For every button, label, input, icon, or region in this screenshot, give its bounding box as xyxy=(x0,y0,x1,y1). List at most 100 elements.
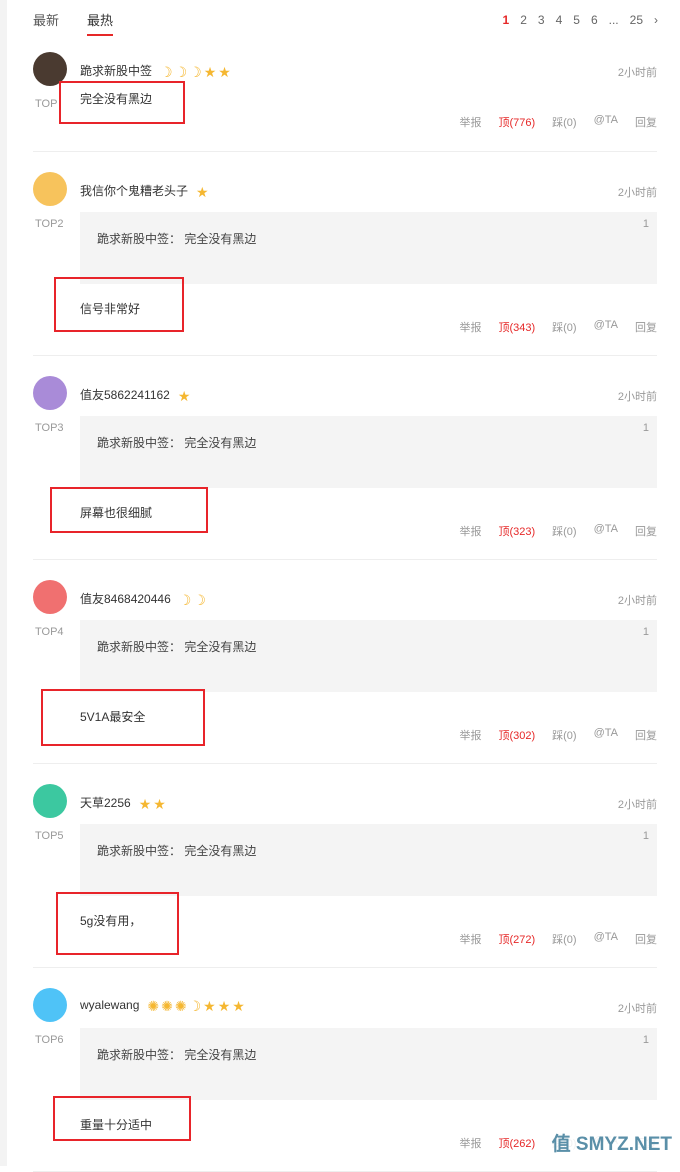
mention-button[interactable]: @TA xyxy=(594,114,618,130)
upvote-button[interactable]: 顶(262) xyxy=(498,1135,535,1151)
quote-floor: 1 xyxy=(642,626,649,638)
timestamp: 2小时前 xyxy=(617,799,657,811)
rank-label: TOP3 xyxy=(35,422,64,434)
moon-badge-icon: ☽ xyxy=(160,63,173,80)
rank-label: TOP4 xyxy=(35,626,64,638)
timestamp: 2小时前 xyxy=(617,595,657,607)
page-link[interactable]: 25 xyxy=(630,13,643,27)
next-page-icon[interactable]: › xyxy=(654,13,658,27)
user-badges: ★ xyxy=(196,185,209,199)
user-badges: ✺ ✺ ✺ ☽ ★ ★ ★ xyxy=(147,999,244,1013)
watermark: 值 SMYZ.NET xyxy=(547,1129,676,1156)
mention-button[interactable]: @TA xyxy=(594,523,618,539)
page-link[interactable]: 3 xyxy=(538,13,545,27)
star-badge-icon: ★ xyxy=(218,63,231,80)
upvote-button[interactable]: 顶(776) xyxy=(498,114,535,130)
username[interactable]: 值友5862241162 xyxy=(80,388,170,402)
upvote-button[interactable]: 顶(343) xyxy=(498,319,535,335)
page-link[interactable]: 2 xyxy=(520,13,527,27)
rank-label: TOP6 xyxy=(35,1034,64,1046)
highlight-box xyxy=(53,1096,191,1141)
quote-text: 跪求新股中签： 完全没有黑边 xyxy=(97,1048,257,1062)
report-button[interactable]: 举报 xyxy=(459,523,481,539)
star-badge-icon: ★ xyxy=(177,387,191,404)
avatar[interactable] xyxy=(33,376,67,410)
tab-hottest[interactable]: 最热 xyxy=(87,10,114,36)
page-link[interactable]: 6 xyxy=(591,13,598,27)
left-gutter xyxy=(0,0,7,1166)
pagination: 1 2 3 4 5 6... 25 › xyxy=(503,13,659,27)
highlight-box xyxy=(41,689,205,746)
avatar[interactable] xyxy=(33,580,67,614)
avatar[interactable] xyxy=(33,988,67,1022)
downvote-button[interactable]: 踩(0) xyxy=(552,727,576,743)
moon-badge-icon: ☽ xyxy=(178,591,192,608)
mention-button[interactable]: @TA xyxy=(594,931,618,947)
username[interactable]: 我信你个鬼糟老头子 xyxy=(80,184,188,198)
rank-label: TOP5 xyxy=(35,830,64,842)
page-link: ... xyxy=(608,13,619,27)
username[interactable]: 跪求新股中签 xyxy=(80,64,152,78)
upvote-button[interactable]: 顶(323) xyxy=(498,523,535,539)
upvote-button[interactable]: 顶(272) xyxy=(498,931,535,947)
star-badge-icon: ★ xyxy=(196,183,209,200)
timestamp: 2小时前 xyxy=(617,67,657,79)
report-button[interactable]: 举报 xyxy=(459,1135,481,1151)
page-link[interactable]: 4 xyxy=(556,13,563,27)
quoted-comment: 跪求新股中签： 完全没有黑边 1 xyxy=(80,620,657,692)
timestamp: 2小时前 xyxy=(617,187,657,199)
moon-badge-icon: ☽ xyxy=(193,591,206,608)
star-badge-icon: ★ xyxy=(203,997,216,1014)
highlight-box xyxy=(54,277,184,332)
username[interactable]: 值友8468420446 xyxy=(80,592,171,606)
quote-text: 跪求新股中签： 完全没有黑边 xyxy=(97,232,257,246)
user-badges: ☽ ☽ xyxy=(179,593,206,607)
sort-tabs: 最新 最热 xyxy=(33,10,114,36)
reply-button[interactable]: 回复 xyxy=(635,931,657,947)
reply-button[interactable]: 回复 xyxy=(635,114,657,130)
quote-floor: 1 xyxy=(642,1034,649,1046)
sun-badge-icon: ✺ xyxy=(161,997,173,1014)
report-button[interactable]: 举报 xyxy=(459,931,481,947)
highlight-box xyxy=(59,81,185,124)
moon-badge-icon: ☽ xyxy=(189,63,202,80)
star-badge-icon: ★ xyxy=(203,63,217,80)
user-badges: ★ xyxy=(178,389,191,403)
quoted-comment: 跪求新股中签： 完全没有黑边 1 xyxy=(80,212,657,284)
reply-button[interactable]: 回复 xyxy=(635,319,657,335)
quoted-comment: 跪求新股中签： 完全没有黑边 1 xyxy=(80,1028,657,1100)
quote-text: 跪求新股中签： 完全没有黑边 xyxy=(97,844,257,858)
moon-badge-icon: ☽ xyxy=(188,997,202,1014)
username[interactable]: wyalewang xyxy=(80,998,139,1012)
reply-button[interactable]: 回复 xyxy=(635,523,657,539)
sun-badge-icon: ✺ xyxy=(174,997,187,1014)
quote-text: 跪求新股中签： 完全没有黑边 xyxy=(97,640,257,654)
report-button[interactable]: 举报 xyxy=(459,114,481,130)
star-badge-icon: ★ xyxy=(138,795,152,812)
page-link[interactable]: 5 xyxy=(573,13,580,27)
mention-button[interactable]: @TA xyxy=(594,727,618,743)
report-button[interactable]: 举报 xyxy=(459,319,481,335)
star-badge-icon: ★ xyxy=(217,997,231,1014)
quoted-comment: 跪求新股中签： 完全没有黑边 1 xyxy=(80,824,657,896)
downvote-button[interactable]: 踩(0) xyxy=(552,931,576,947)
downvote-button[interactable]: 踩(0) xyxy=(552,114,576,130)
rank-label: TOP2 xyxy=(35,218,64,230)
user-badges: ☽ ☽ ☽ ★ ★ xyxy=(160,65,231,79)
reply-button[interactable]: 回复 xyxy=(635,727,657,743)
downvote-button[interactable]: 踩(0) xyxy=(552,319,576,335)
quote-text: 跪求新股中签： 完全没有黑边 xyxy=(97,436,257,450)
user-badges: ★ ★ xyxy=(139,797,166,811)
avatar[interactable] xyxy=(33,172,67,206)
downvote-button[interactable]: 踩(0) xyxy=(552,523,576,539)
tab-latest[interactable]: 最新 xyxy=(33,10,59,36)
mention-button[interactable]: @TA xyxy=(594,319,618,335)
moon-badge-icon: ☽ xyxy=(174,63,188,80)
avatar[interactable] xyxy=(33,784,67,818)
upvote-button[interactable]: 顶(302) xyxy=(498,727,535,743)
page-link[interactable]: 1 xyxy=(503,13,510,27)
username[interactable]: 天草2256 xyxy=(80,796,131,810)
report-button[interactable]: 举报 xyxy=(459,727,481,743)
highlight-box xyxy=(50,487,208,533)
quoted-comment: 跪求新股中签： 完全没有黑边 1 xyxy=(80,416,657,488)
